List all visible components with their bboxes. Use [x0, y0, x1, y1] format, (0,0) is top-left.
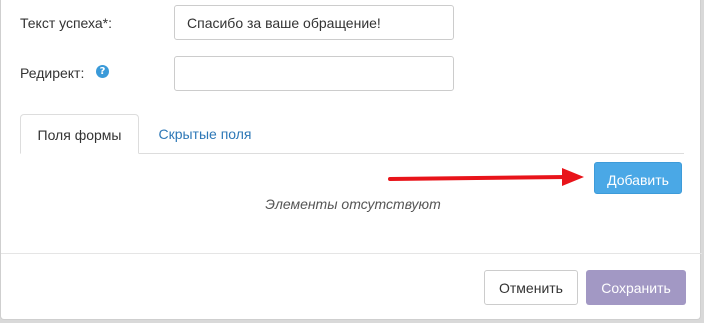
- success-text-input[interactable]: [174, 5, 454, 40]
- add-field-button[interactable]: Добавить: [594, 162, 682, 194]
- redirect-label: Редирект:: [20, 65, 85, 81]
- question-circle-icon[interactable]: ?: [96, 65, 109, 78]
- footer-divider: [1, 253, 702, 254]
- tab-hidden-fields[interactable]: Скрытые поля: [141, 114, 269, 154]
- annotation-arrow-shaft: [388, 175, 568, 181]
- cancel-button[interactable]: Отменить: [484, 270, 578, 305]
- success-text-label: Текст успеха*:: [20, 15, 113, 31]
- redirect-input[interactable]: [174, 56, 454, 91]
- annotation-arrow: [388, 168, 584, 186]
- save-button[interactable]: Сохранить: [586, 270, 686, 305]
- annotation-arrow-head: [562, 168, 584, 186]
- tab-form-fields[interactable]: Поля формы: [20, 114, 139, 154]
- modal-dialog: Текст успеха*: Редирект: ? Поля формы Ск…: [0, 0, 702, 320]
- empty-state-text: Элементы отсутствуют: [265, 196, 441, 212]
